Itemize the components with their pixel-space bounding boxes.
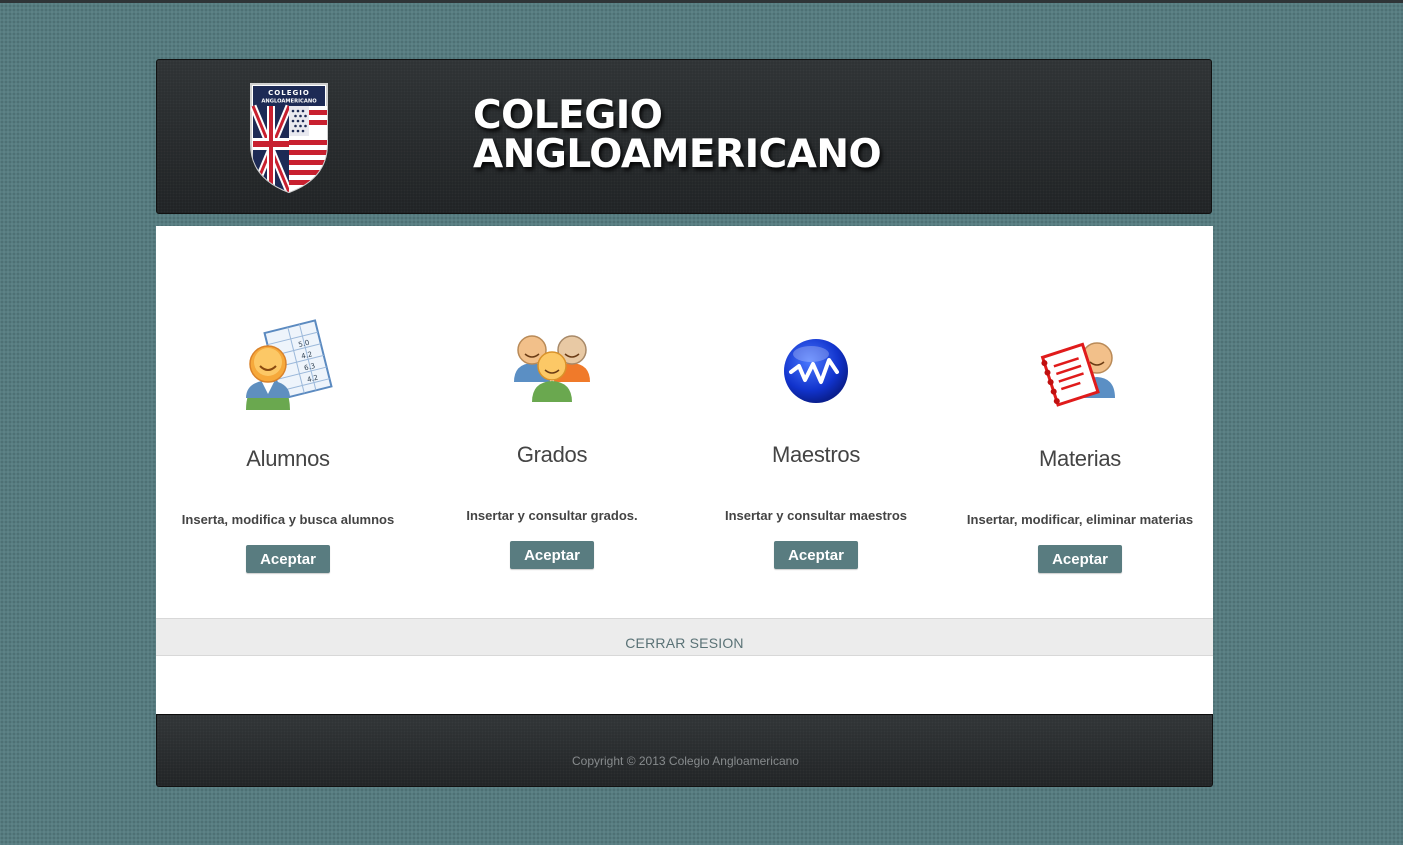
svg-text:ANGLOAMERICANO: ANGLOAMERICANO bbox=[261, 99, 317, 105]
copyright-text: Copyright © 2013 Colegio Angloamericano bbox=[572, 754, 799, 768]
card-maestros: Maestros Insertar y consultar maestros A… bbox=[684, 226, 948, 586]
card-description-alumnos: Inserta, modifica y busca alumnos bbox=[181, 512, 395, 527]
card-title-grados: Grados bbox=[516, 442, 588, 467]
site-footer: Copyright © 2013 Colegio Angloamericano bbox=[156, 714, 1213, 787]
card-materias: Materias Insertar, modificar, eliminar m… bbox=[948, 226, 1212, 586]
top-border bbox=[0, 0, 1403, 3]
activity-wave-icon bbox=[684, 336, 948, 436]
aceptar-maestros-button[interactable]: Aceptar bbox=[774, 541, 858, 569]
card-title-materias: Materias bbox=[1039, 446, 1121, 471]
card-title-alumnos: Alumnos bbox=[246, 446, 330, 471]
student-grades-icon: 5.0 4.2 6.3 4.2 bbox=[156, 318, 420, 418]
card-title-maestros: Maestros bbox=[771, 442, 861, 467]
group-users-icon bbox=[420, 330, 684, 430]
notebook-user-icon bbox=[948, 330, 1212, 430]
site-title: COLEGIO ANGLOAMERICANO bbox=[473, 93, 882, 177]
aceptar-grados-button[interactable]: Aceptar bbox=[510, 541, 594, 569]
card-description-materias: Insertar, modificar, eliminar materias bbox=[966, 512, 1194, 527]
card-description-grados: Insertar y consultar grados. bbox=[466, 508, 638, 523]
site-title-line-2: ANGLOAMERICANO bbox=[473, 132, 882, 177]
card-description-maestros: Insertar y consultar maestros bbox=[724, 508, 908, 523]
site-title-line-1: COLEGIO bbox=[473, 93, 663, 138]
logout-bar: CERRAR SESION bbox=[156, 618, 1213, 656]
aceptar-materias-button[interactable]: Aceptar bbox=[1038, 545, 1122, 573]
logout-link[interactable]: CERRAR SESION bbox=[625, 635, 744, 651]
main-panel: 5.0 4.2 6.3 4.2 Alumnos Inserta, modific… bbox=[156, 226, 1213, 714]
card-alumnos: 5.0 4.2 6.3 4.2 Alumnos Inserta, modific… bbox=[156, 226, 420, 586]
site-header: COLEGIO ANGLOAMERICANO COLEGIO ANGLOAMER… bbox=[156, 59, 1212, 214]
card-grados: Grados Insertar y consultar grados. Acep… bbox=[420, 226, 684, 586]
svg-text:COLEGIO: COLEGIO bbox=[268, 89, 310, 97]
aceptar-alumnos-button[interactable]: Aceptar bbox=[246, 545, 330, 573]
school-crest-logo: COLEGIO ANGLOAMERICANO bbox=[250, 83, 328, 194]
